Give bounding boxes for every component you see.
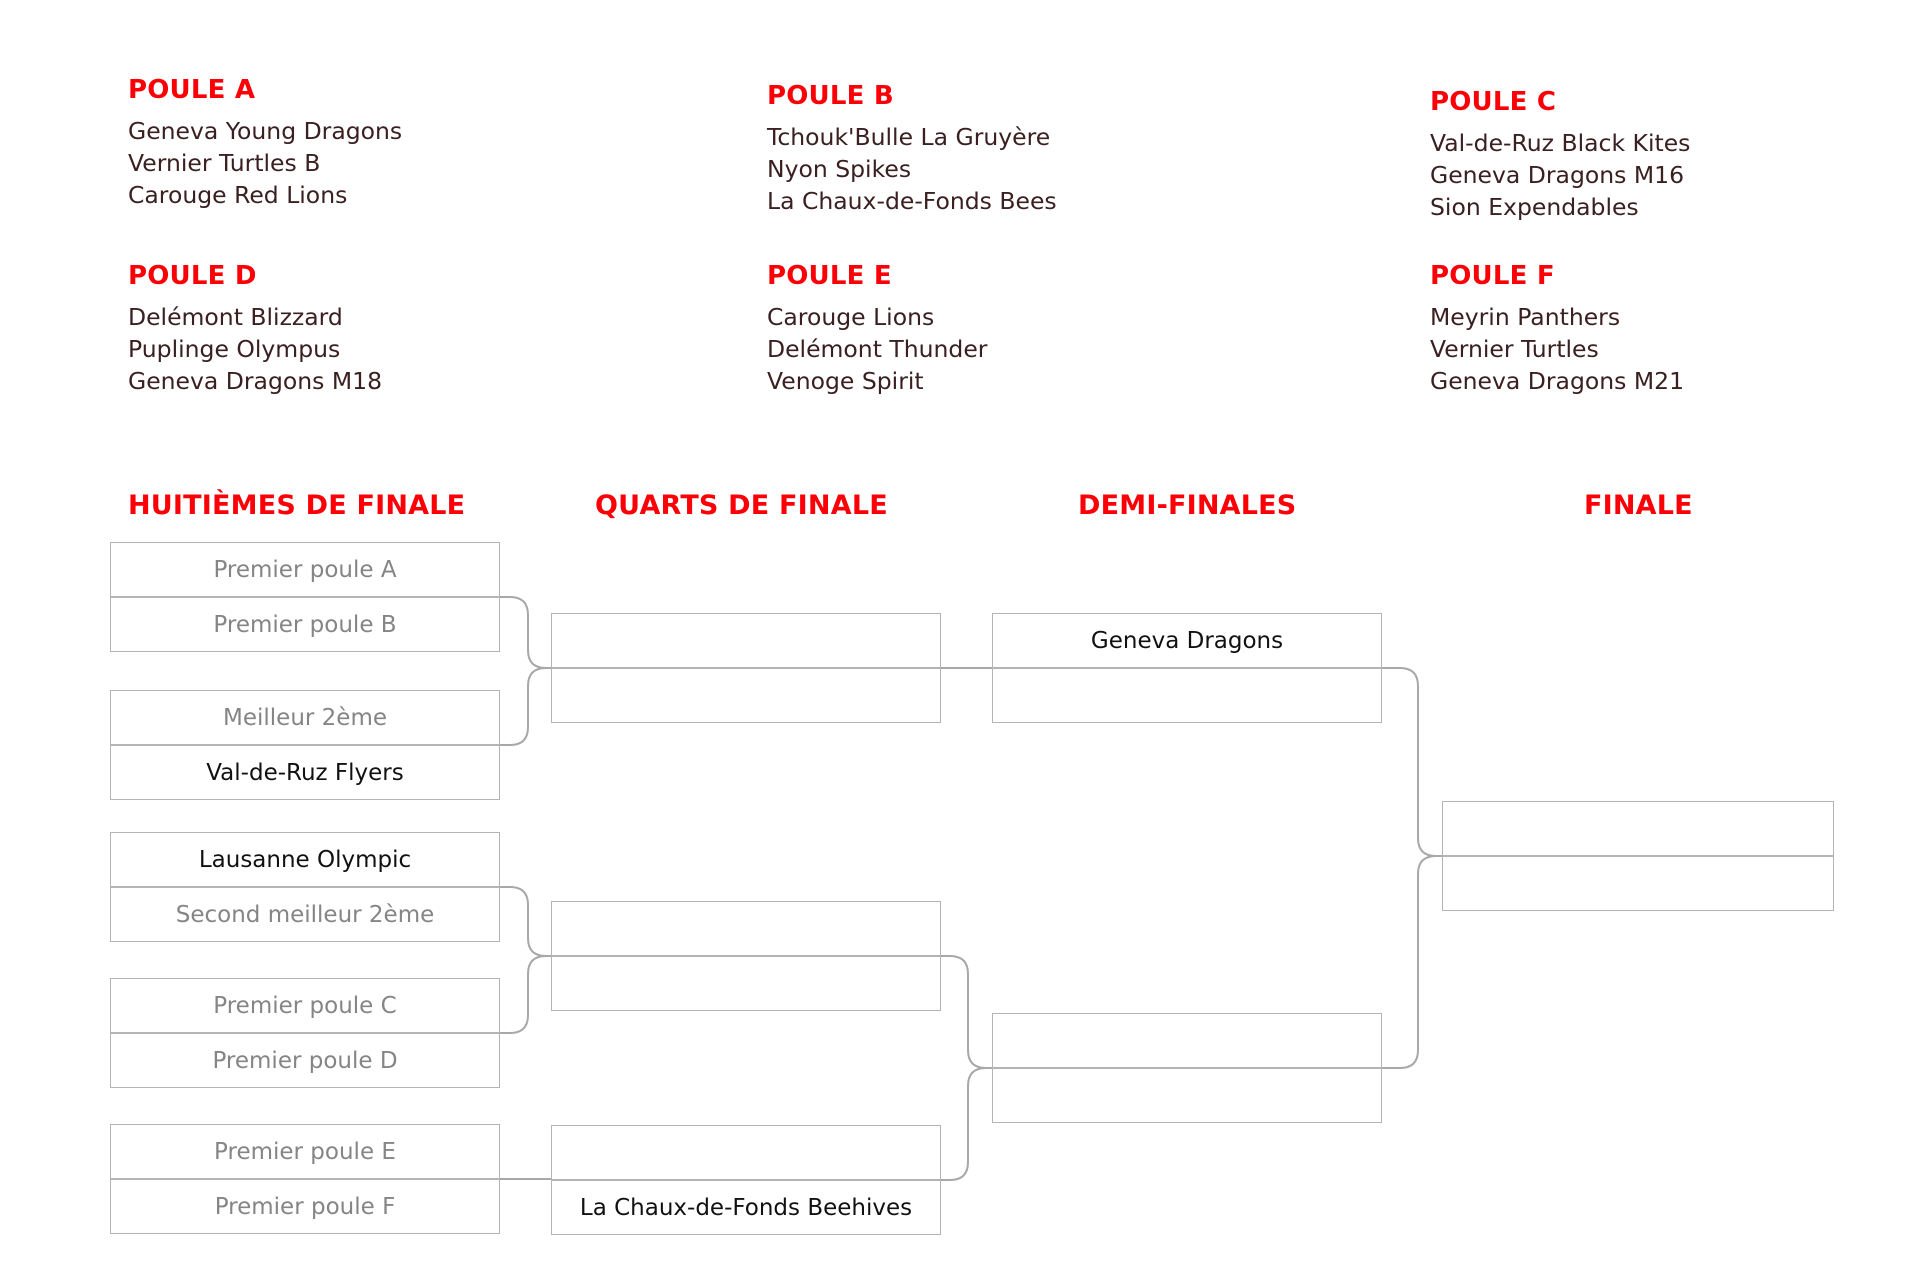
bracket-section: HUITIÈMES DE FINALE QUARTS DE FINALE DEMI-… [0, 0, 1920, 1280]
bracket-slot[interactable] [551, 901, 941, 956]
round-title-sf: DEMI-FINALES [1078, 490, 1297, 521]
bracket-slot[interactable] [551, 613, 941, 668]
bracket-slot[interactable] [992, 1068, 1382, 1123]
round-title-qf: QUARTS DE FINALE [595, 490, 888, 521]
bracket-slot[interactable]: Val-de-Ruz Flyers [110, 745, 500, 800]
bracket-slot[interactable]: Premier poule A [110, 542, 500, 597]
bracket-slot[interactable] [1442, 801, 1834, 856]
bracket-slot[interactable]: Premier poule D [110, 1033, 500, 1088]
bracket-slot[interactable]: Meilleur 2ème [110, 690, 500, 745]
bracket-slot[interactable]: Geneva Dragons [992, 613, 1382, 668]
bracket-slot[interactable]: Second meilleur 2ème [110, 887, 500, 942]
bracket-slot[interactable] [551, 956, 941, 1011]
round-title-r16: HUITIÈMES DE FINALE [128, 490, 466, 521]
round-title-final: FINALE [1584, 490, 1693, 521]
bracket-slot[interactable]: Premier poule C [110, 978, 500, 1033]
bracket-slot[interactable]: Lausanne Olympic [110, 832, 500, 887]
bracket-slot[interactable] [992, 1013, 1382, 1068]
bracket-slot[interactable] [551, 1125, 941, 1180]
bracket-slot[interactable] [551, 668, 941, 723]
bracket-slot[interactable]: Premier poule F [110, 1179, 500, 1234]
bracket-slot[interactable]: Premier poule B [110, 597, 500, 652]
bracket-slot[interactable]: La Chaux-de-Fonds Beehives [551, 1180, 941, 1235]
bracket-slot[interactable] [1442, 856, 1834, 911]
bracket-slot[interactable] [992, 668, 1382, 723]
bracket-slot[interactable]: Premier poule E [110, 1124, 500, 1179]
